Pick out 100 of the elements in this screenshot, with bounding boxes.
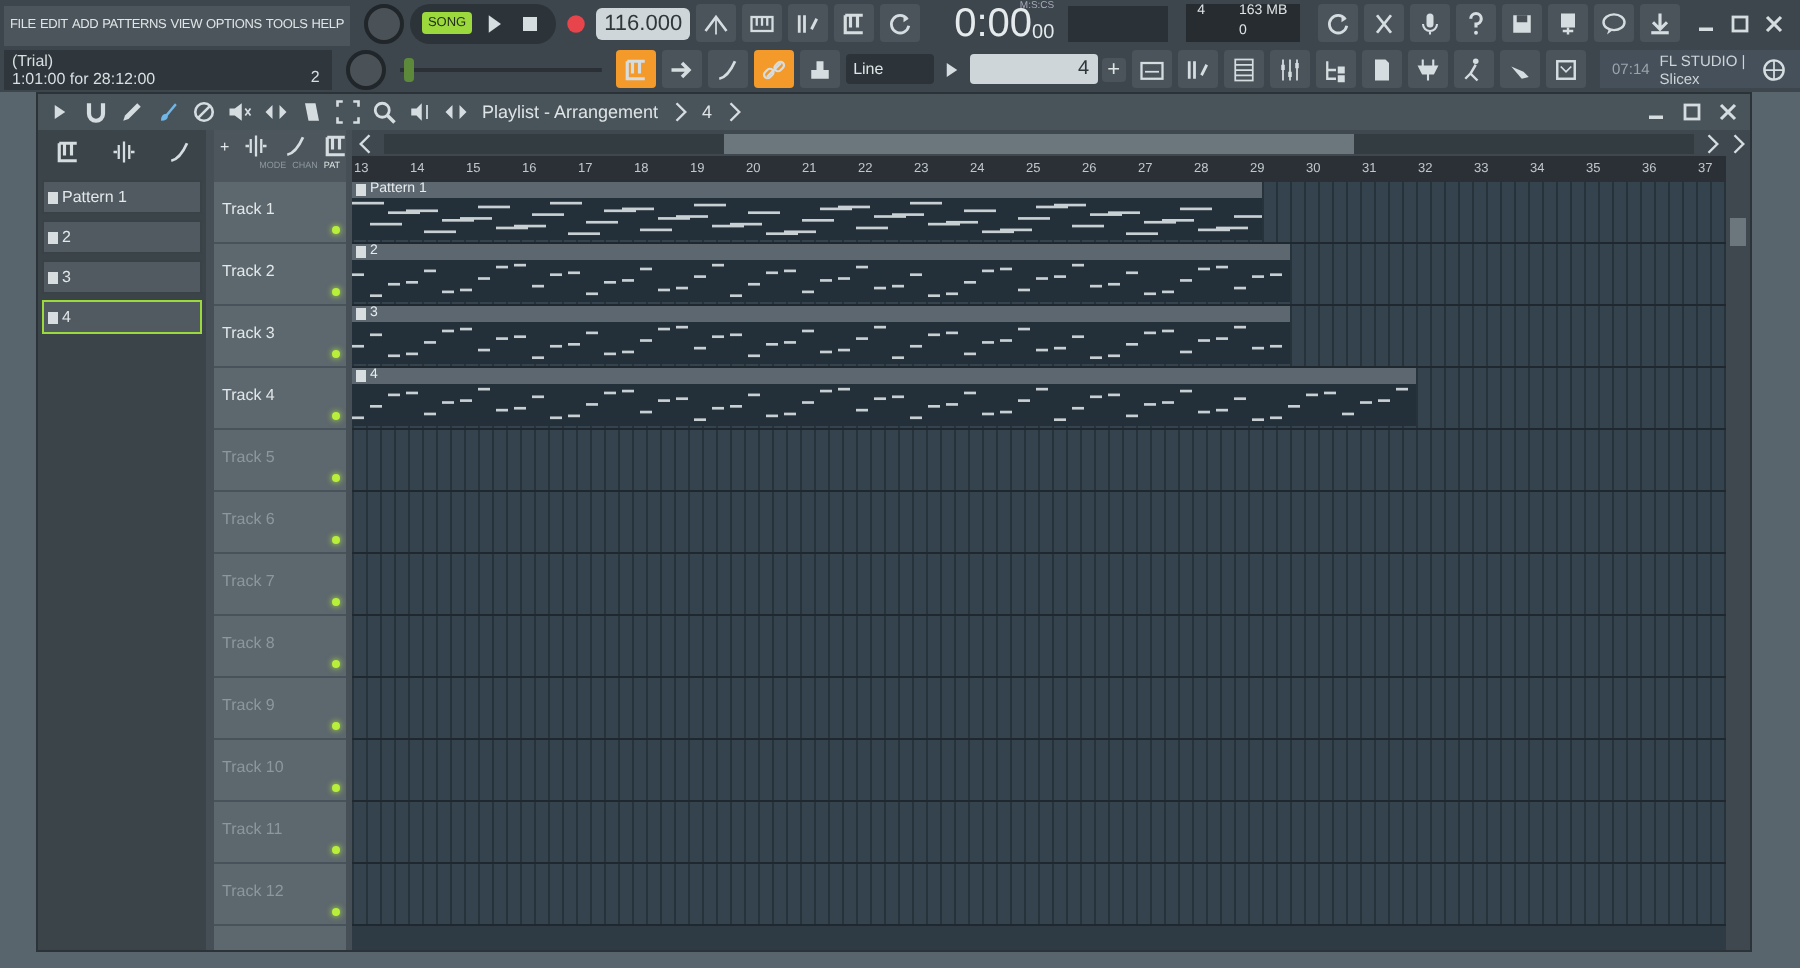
track-header[interactable]: Track 1 [214,182,346,244]
toolbar-button[interactable] [1363,4,1404,42]
track-name: Track 2 [222,262,275,280]
track-lane[interactable] [352,492,1726,554]
slider-thumb[interactable] [403,57,414,81]
track-mute-led[interactable] [332,846,340,854]
pattern-item[interactable]: 4 [42,300,202,334]
window-button[interactable] [1546,50,1587,88]
track-lane[interactable] [352,802,1726,864]
ban-icon[interactable] [190,98,218,126]
track-mute-led[interactable] [332,288,340,296]
piano-keys-icon[interactable] [54,138,82,166]
track-lane[interactable] [352,430,1726,492]
toolbar-button[interactable] [1501,4,1542,42]
window-button[interactable] [1454,50,1495,88]
window-button[interactable] [1500,50,1541,88]
track-header[interactable]: Track 4 [214,368,346,430]
toolbar-button[interactable] [1547,4,1588,42]
wave-icon[interactable] [110,138,138,166]
track-mute-led[interactable] [332,412,340,420]
breadcrumb[interactable]: 4 [702,102,713,122]
chat-bubble-icon [1599,9,1628,37]
metronome-button[interactable] [696,4,737,42]
toggle-button[interactable] [799,50,840,88]
toolbar-button[interactable] [1317,4,1358,42]
window-button[interactable] [1224,50,1265,88]
track-mute-led[interactable] [332,350,340,358]
toggle-button[interactable] [661,50,702,88]
add-track-button[interactable]: + [220,137,230,155]
track-mute-led[interactable] [332,660,340,668]
globe-icon[interactable] [1759,55,1788,83]
toolbar-button[interactable] [1593,4,1634,42]
snap-dropdown[interactable]: Line [845,54,934,84]
close-button[interactable] [1714,98,1742,126]
rows-icon [1230,55,1259,83]
track-lane[interactable] [352,864,1726,926]
hint-text: 1:01:00 for 28:12:00 [12,69,156,87]
curve-icon[interactable] [281,132,310,160]
horizontal-scrollbar[interactable] [384,133,1694,153]
track-lane[interactable] [352,554,1726,616]
track-mute-led[interactable] [332,784,340,792]
track-mute-led[interactable] [332,722,340,730]
track-mute-led[interactable] [332,536,340,544]
toolbar-button[interactable] [1639,4,1680,42]
vertical-scrollbar[interactable] [1730,218,1746,246]
magnet-icon[interactable] [82,98,110,126]
track-name: Track 4 [222,386,275,404]
hint-text: (Trial) [12,51,54,69]
window-button[interactable] [1408,50,1449,88]
download-icon [1645,9,1674,37]
window-button[interactable] [1132,50,1173,88]
tempo-field[interactable]: 116.000 [596,7,691,39]
window-button[interactable] [1316,50,1357,88]
track-header[interactable]: Track 3 [214,306,346,368]
track-header[interactable]: Track 2 [214,244,346,306]
add-pattern-button[interactable]: + [1101,57,1127,81]
pencil-icon[interactable] [118,98,146,126]
bars-icon [794,9,823,37]
curve-icon[interactable] [166,138,194,166]
loop-record-button[interactable] [880,4,921,42]
bars-icon [1184,55,1213,83]
refresh-icon [1323,9,1352,37]
window-button[interactable] [1270,50,1311,88]
track-mute-led[interactable] [332,226,340,234]
maximize-button[interactable] [1678,98,1706,126]
track-lane[interactable] [352,740,1726,802]
toggle-button[interactable] [615,50,656,88]
hint-count: 2 [310,67,320,85]
piano-keys-icon [621,55,650,83]
plug-icon [1414,55,1443,83]
zoom-icon[interactable] [370,98,398,126]
track-name: Track 3 [222,324,275,342]
toolbar-button[interactable] [1409,4,1450,42]
window-button[interactable] [1178,50,1219,88]
piano-keys-icon[interactable] [321,132,350,160]
track-lane[interactable] [352,678,1726,740]
toolbar-button[interactable] [1455,4,1496,42]
toggle-button[interactable] [753,50,794,88]
countdown-button[interactable] [788,4,829,42]
pattern-item[interactable]: 3 [42,260,202,294]
mute-icon[interactable] [226,98,254,126]
record-button[interactable] [562,9,591,37]
speaker-icon[interactable] [406,98,434,126]
curve-icon [713,55,742,83]
pattern-item[interactable]: 2 [42,220,202,254]
track-name: Track 1 [222,200,275,218]
sliders-icon [1276,55,1305,83]
pattern-item[interactable]: Pattern 1 [42,180,202,214]
track-mute-led[interactable] [332,598,340,606]
track-mute-led[interactable] [332,908,340,916]
track-mute-led[interactable] [332,474,340,482]
window-button[interactable] [1362,50,1403,88]
pattern-selector[interactable]: 4 [969,54,1098,84]
save-icon [1507,9,1536,37]
select-icon[interactable] [334,98,362,126]
wait-button[interactable] [742,4,783,42]
step-edit-button[interactable] [834,4,875,42]
track-lane[interactable] [352,616,1726,678]
toggle-button[interactable] [707,50,748,88]
wave-icon[interactable] [241,132,270,160]
